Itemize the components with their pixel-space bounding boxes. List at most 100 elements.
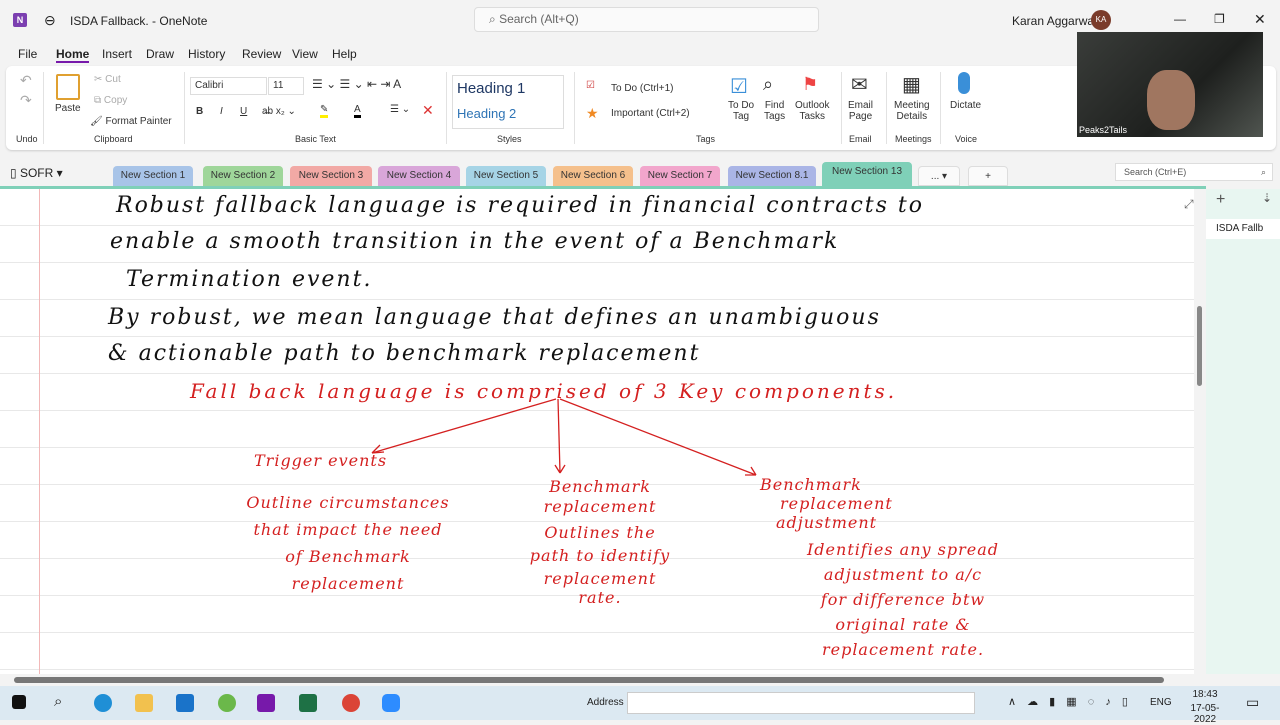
scroll-thumb[interactable]: [14, 677, 1164, 683]
sort-icon[interactable]: ⇣: [1262, 191, 1272, 205]
tab-section-7[interactable]: New Section 7: [640, 166, 720, 186]
bold-button[interactable]: B: [196, 106, 203, 117]
chrome-icon[interactable]: [342, 694, 360, 712]
meetings-group-label: Meetings: [895, 134, 932, 144]
important-tag-item[interactable]: Important (Ctrl+2): [611, 108, 690, 119]
menu-help[interactable]: Help: [332, 47, 357, 61]
window-title: ISDA Fallback. - OneNote: [70, 14, 208, 28]
file-explorer-icon[interactable]: [135, 694, 153, 712]
highlight-icon[interactable]: ✎: [320, 104, 329, 118]
find-tags-button[interactable]: Find Tags: [764, 100, 785, 122]
start-icon[interactable]: [12, 695, 26, 709]
close-icon[interactable]: ✕: [1254, 11, 1266, 28]
page-search-placeholder: Search (Ctrl+E): [1124, 167, 1187, 177]
edge-icon[interactable]: [94, 694, 112, 712]
time: 18:43: [1192, 689, 1218, 700]
minimize-icon[interactable]: —: [1174, 12, 1186, 26]
font-color-icon[interactable]: A: [354, 104, 361, 118]
text: rate.: [578, 588, 622, 607]
note-page[interactable]: Robust fallback language is required in …: [0, 189, 1194, 674]
redo-icon[interactable]: ↷: [20, 92, 32, 109]
meeting-details-button[interactable]: Meeting Details: [894, 100, 930, 122]
paste-button[interactable]: Paste: [55, 103, 81, 114]
tab-section-9[interactable]: New Section 13: [822, 162, 912, 186]
copy-button[interactable]: ⧉ Copy: [94, 95, 127, 106]
format-painter-button[interactable]: 🖌 Format Painter: [90, 116, 172, 127]
todo-tag-item[interactable]: To Do (Ctrl+1): [611, 83, 674, 94]
onenote-icon[interactable]: [257, 694, 275, 712]
menu-draw[interactable]: Draw: [146, 47, 174, 61]
tab-section-8[interactable]: New Section 8.1: [728, 166, 816, 186]
bullets-icon[interactable]: ☰ ⌄ ☰ ⌄ ⇤ ⇥ A: [312, 77, 401, 91]
expand-icon[interactable]: ⤢: [1184, 197, 1194, 212]
tab-section-5[interactable]: New Section 5: [466, 166, 546, 186]
label: Details: [896, 111, 928, 122]
excel-icon[interactable]: [299, 694, 317, 712]
email-page-button[interactable]: Email Page: [848, 100, 873, 122]
text: adjustment to a/c: [823, 565, 983, 584]
font-select[interactable]: Calibri: [190, 77, 267, 95]
add-page-icon[interactable]: +: [1216, 191, 1225, 209]
label: Outlook: [795, 100, 830, 111]
more-sections-button[interactable]: ... ▾: [918, 166, 960, 186]
label: Meeting: [894, 100, 930, 111]
tab-section-4[interactable]: New Section 4: [378, 166, 460, 186]
page-list-item[interactable]: ISDA Fallb: [1206, 219, 1280, 239]
text: original rate &: [835, 615, 971, 634]
vertical-scrollbar[interactable]: [1194, 222, 1206, 674]
onenote-logo: N: [13, 13, 27, 27]
menu-home[interactable]: Home: [56, 47, 90, 63]
page-search-input[interactable]: Search (Ctrl+E) ⌕: [1115, 163, 1273, 181]
menu-view[interactable]: View: [292, 47, 318, 61]
avatar[interactable]: KA: [1091, 10, 1111, 30]
address-input[interactable]: [627, 692, 975, 714]
outlook-tasks-button[interactable]: Outlook Tasks: [795, 100, 829, 122]
todo-tag-button[interactable]: To Do Tag: [728, 100, 754, 122]
zoom-icon[interactable]: [382, 694, 400, 712]
menu-insert[interactable]: Insert: [102, 47, 132, 61]
restore-icon[interactable]: ❐: [1214, 12, 1225, 26]
text: Outlines the: [544, 523, 656, 542]
mail-icon[interactable]: [176, 694, 194, 712]
font-size-select[interactable]: 11: [268, 77, 304, 95]
arrow-adjustment: [559, 398, 757, 476]
menu-file[interactable]: File: [18, 47, 37, 61]
search-box[interactable]: ⌕ Search (Alt+Q): [474, 7, 819, 32]
scroll-thumb[interactable]: [1197, 306, 1202, 386]
underline-button[interactable]: U: [240, 106, 247, 117]
menu-review[interactable]: Review: [242, 47, 281, 61]
back-icon[interactable]: ⊖: [44, 12, 56, 29]
arrow-replacement: [554, 398, 566, 474]
tab-section-2[interactable]: New Section 2: [203, 166, 283, 186]
text: that impact the need: [253, 520, 443, 539]
clear-format-icon[interactable]: ✕: [422, 102, 434, 119]
paste-icon[interactable]: [56, 74, 80, 100]
strikethrough-icon[interactable]: a̶b x₂ ⌄: [262, 106, 296, 117]
label: Tags: [764, 111, 786, 122]
heading2-style[interactable]: Heading 2: [457, 106, 516, 121]
horizontal-scrollbar[interactable]: [0, 674, 1194, 686]
align-icon[interactable]: ☰ ⌄: [390, 104, 410, 115]
text: path to identify: [529, 546, 671, 565]
dictate-button[interactable]: Dictate: [950, 100, 981, 111]
tab-section-6[interactable]: New Section 6: [553, 166, 633, 186]
email-group-label: Email: [849, 134, 872, 144]
text: Outline circumstances: [246, 493, 450, 512]
heading1-style[interactable]: Heading 1: [457, 80, 525, 97]
notebook-selector[interactable]: ▯ SOFR ▾: [10, 165, 63, 181]
cut-button[interactable]: ✂ Cut: [94, 74, 121, 85]
search-icon[interactable]: ⌕: [54, 693, 62, 710]
utorrent-icon[interactable]: [218, 694, 236, 712]
search-placeholder: Search (Alt+Q): [499, 12, 579, 26]
text: replacement: [543, 569, 657, 588]
undo-icon[interactable]: ↶: [20, 72, 32, 89]
language-indicator[interactable]: ENG: [1150, 697, 1172, 708]
tab-section-1[interactable]: New Section 1: [113, 166, 193, 186]
italic-button[interactable]: I: [220, 106, 223, 117]
menu-history[interactable]: History: [188, 47, 225, 61]
adjustment-title: Benchmark replacement adjustment: [760, 475, 950, 532]
add-section-button[interactable]: +: [968, 166, 1008, 186]
system-tray-icons[interactable]: ∧ ☁ ▮ ▦ ◌ ♪ ▯: [1008, 695, 1132, 708]
tab-section-3[interactable]: New Section 3: [290, 166, 372, 186]
notifications-icon[interactable]: ▭: [1246, 694, 1259, 711]
